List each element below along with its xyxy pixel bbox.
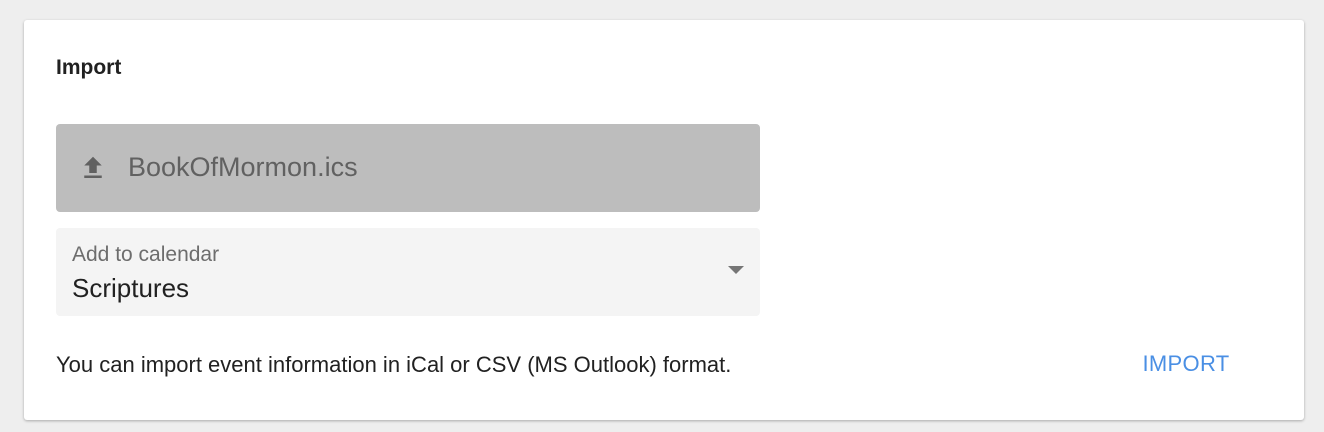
import-help-text: You can import event information in iCal… [56, 352, 732, 377]
import-button[interactable]: IMPORT [1124, 338, 1248, 390]
calendar-select[interactable]: Add to calendar Scriptures [56, 228, 760, 316]
calendar-select-value: Scriptures [72, 273, 190, 303]
file-picker-button[interactable]: BookOfMormon.ics [56, 124, 760, 212]
card-title: Import [56, 56, 122, 79]
dropdown-arrow-icon [728, 266, 744, 274]
calendar-select-label: Add to calendar [72, 243, 220, 266]
selected-file-name: BookOfMormon.ics [128, 152, 358, 182]
upload-icon [84, 156, 102, 178]
import-card: Import BookOfMormon.ics Add to calendar … [24, 20, 1304, 420]
